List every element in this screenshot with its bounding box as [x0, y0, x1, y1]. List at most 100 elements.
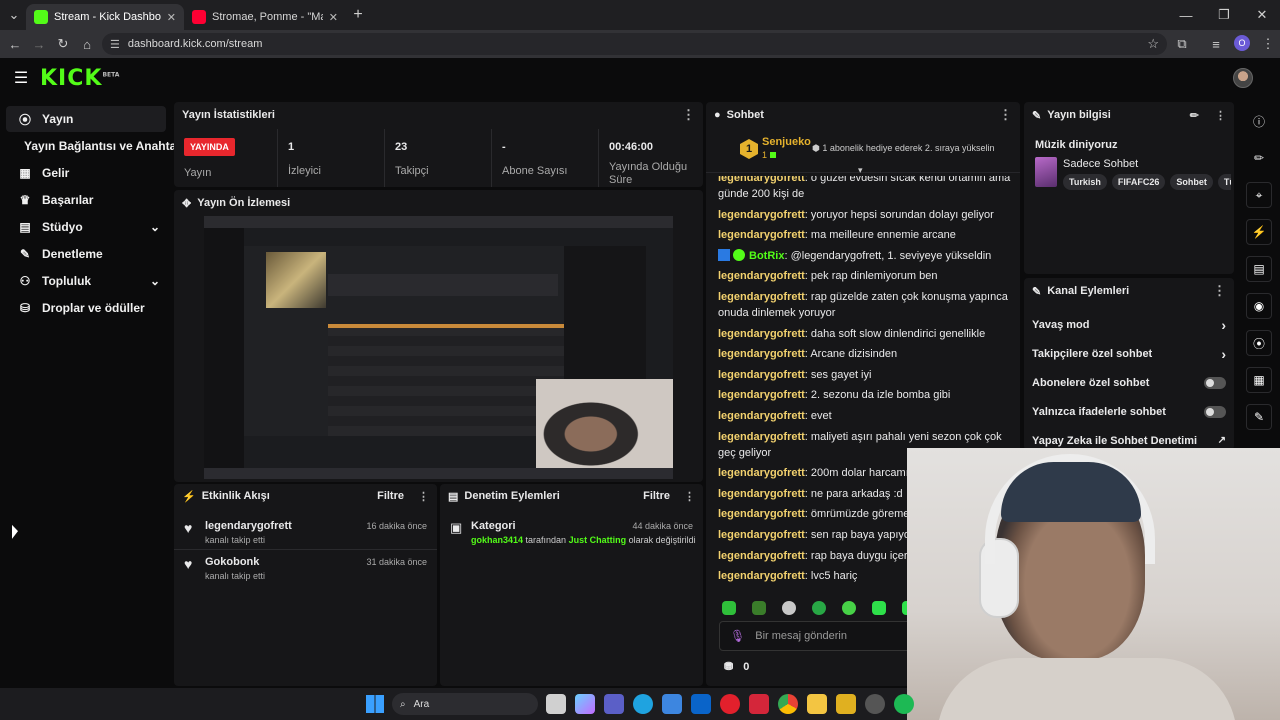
filter-button[interactable]: Filtre — [377, 490, 404, 502]
app-icon[interactable] — [749, 694, 769, 714]
chat-username[interactable]: legendarygofrett — [718, 348, 805, 360]
app-icon[interactable] — [836, 694, 856, 714]
emotes-only-toggle[interactable] — [1204, 405, 1226, 418]
copilot-icon[interactable] — [575, 694, 595, 714]
forward-icon[interactable]: → — [27, 32, 51, 56]
slow-mode-row[interactable]: Yavaş mod › — [1024, 310, 1234, 339]
reload-icon[interactable]: ↻ — [51, 32, 75, 56]
minimize-icon[interactable]: — — [1174, 3, 1198, 27]
extensions-icon[interactable]: ⧉ — [1170, 32, 1194, 56]
back-icon[interactable]: ← — [3, 32, 27, 56]
restore-icon[interactable]: ❐ — [1212, 3, 1236, 27]
event-user[interactable]: legendarygofrett — [205, 520, 292, 532]
edge-icon[interactable] — [633, 694, 653, 714]
tab-close-icon[interactable]: ✕ — [167, 11, 176, 24]
more-options-icon[interactable]: ⋮ — [684, 490, 695, 503]
emote-icon[interactable] — [782, 601, 796, 615]
emote-icon[interactable] — [722, 601, 736, 615]
category-name[interactable]: Just Chatting — [569, 535, 627, 545]
more-options-icon[interactable]: ⋮ — [682, 107, 695, 123]
chat-username[interactable]: legendarygofrett — [718, 270, 805, 282]
subs-only-toggle[interactable] — [1204, 376, 1226, 389]
close-window-icon[interactable]: ✕ — [1250, 3, 1274, 27]
chat-username[interactable]: legendarygofrett — [718, 488, 805, 500]
tab-search-icon[interactable]: ⌄ — [2, 3, 26, 27]
moderator-name[interactable]: gokhan3414 — [471, 535, 523, 545]
emote-icon[interactable] — [842, 601, 856, 615]
chevron-down-icon[interactable]: ⌄ — [150, 220, 160, 234]
more-options-icon[interactable]: ⋮ — [1215, 109, 1226, 122]
chevron-right-icon[interactable]: › — [1221, 317, 1226, 333]
hamburger-menu-icon[interactable]: ☰ — [12, 70, 30, 87]
chevron-right-icon[interactable]: › — [1221, 346, 1226, 362]
chat-username[interactable]: BotRix — [749, 250, 784, 262]
taskbar-search[interactable]: ⌕ Ara — [392, 693, 538, 715]
chat-username[interactable]: legendarygofrett — [718, 410, 805, 422]
chat-username[interactable]: legendarygofrett — [718, 369, 805, 381]
category-name[interactable]: Sadece Sohbet — [1063, 158, 1138, 170]
tag[interactable]: Turkish — [1063, 174, 1107, 190]
sidebar-item-studyo[interactable]: ▤ Stüdyo ⌄ — [6, 214, 166, 240]
tab-youtube[interactable]: Stromae, Pomme - "Ma Meilleur ✕ — [184, 4, 346, 30]
filter-button[interactable]: Filtre — [643, 490, 670, 502]
chat-username[interactable]: legendarygofrett — [718, 291, 805, 303]
chat-username[interactable]: legendarygofrett — [718, 467, 805, 479]
explorer-icon[interactable] — [807, 694, 827, 714]
chat-username[interactable]: legendarygofrett — [718, 176, 805, 184]
broadcast-widget-icon[interactable]: ⦿ — [1246, 330, 1272, 356]
preview-video[interactable] — [204, 216, 673, 479]
outlook-icon[interactable] — [691, 694, 711, 714]
pinned-user[interactable]: Senjueko — [762, 136, 811, 148]
bookmark-star-icon[interactable]: ☆ — [1147, 36, 1159, 52]
site-info-icon[interactable]: ☰ — [110, 38, 120, 51]
emote-icon[interactable] — [872, 601, 886, 615]
sidebar-item-gelir[interactable]: ▦ Gelir — [6, 160, 166, 186]
profile-avatar[interactable]: O — [1234, 35, 1250, 51]
channel-points[interactable]: ⛃ 0 — [724, 660, 749, 674]
chat-username[interactable]: legendarygofrett — [718, 229, 805, 241]
tag[interactable]: FIFAFC26 — [1111, 174, 1166, 190]
home-icon[interactable]: ⌂ — [75, 32, 99, 56]
tag[interactable]: Türk — [1217, 174, 1231, 190]
collapse-icon[interactable]: ▾ — [858, 165, 863, 176]
user-avatar[interactable] — [1233, 68, 1253, 88]
edit-pencil-icon[interactable]: ✏ — [1190, 109, 1199, 122]
sidebar-item-droplar[interactable]: ⛁ Droplar ve ödüller — [6, 295, 166, 321]
followers-only-row[interactable]: Takipçilere özel sohbet › — [1024, 339, 1234, 368]
chat-username[interactable]: legendarygofrett — [718, 570, 805, 582]
kick-logo[interactable]: KICKBETA — [40, 66, 119, 91]
sidebar-item-basarilar[interactable]: ♛ Başarılar — [6, 187, 166, 213]
emote-icon[interactable] — [812, 601, 826, 615]
task-view-icon[interactable] — [546, 694, 566, 714]
more-options-icon[interactable]: ⋮ — [418, 490, 429, 503]
steam-icon[interactable] — [865, 694, 885, 714]
tag[interactable]: Sohbet — [1170, 174, 1213, 190]
moderation-widget-icon[interactable]: ▤ — [1246, 256, 1272, 282]
sidebar-item-topluluk[interactable]: ⚇ Topluluk ⌄ — [6, 268, 166, 294]
wrench-widget-icon[interactable]: ✎ — [1246, 404, 1272, 430]
preview-widget-icon[interactable]: ⌖ — [1246, 182, 1272, 208]
gift-cta[interactable]: ⬢ 1 abonelik hediye ederek 2. sıraya yük… — [812, 143, 994, 154]
more-options-icon[interactable]: ⋮ — [1213, 283, 1226, 299]
chat-username[interactable]: legendarygofrett — [718, 209, 805, 221]
store-icon[interactable] — [662, 694, 682, 714]
tab-close-icon[interactable]: ✕ — [329, 11, 338, 24]
ai-moderation-row[interactable]: Yapay Zeka ile Sohbet Denetimi ↗ — [1024, 426, 1234, 450]
more-options-icon[interactable]: ⋮ — [999, 107, 1012, 123]
chrome-icon[interactable] — [778, 694, 798, 714]
chat-username[interactable]: legendarygofrett — [718, 431, 805, 443]
sidebar-item-denetleme[interactable]: ✎ Denetleme — [6, 241, 166, 267]
address-bar[interactable]: ☰ dashboard.kick.com/stream ☆ — [102, 33, 1167, 55]
windows-start-icon[interactable] — [366, 695, 384, 713]
stats-widget-icon[interactable]: ▦ — [1246, 367, 1272, 393]
event-user[interactable]: Gokobonk — [205, 556, 259, 568]
browser-menu-icon[interactable]: ⋮ — [1256, 32, 1280, 56]
chat-username[interactable]: legendarygofrett — [718, 328, 805, 340]
chevron-down-icon[interactable]: ⌄ — [150, 274, 160, 288]
teams-icon[interactable] — [604, 694, 624, 714]
chat-username[interactable]: legendarygofrett — [718, 508, 805, 520]
chat-username[interactable]: legendarygofrett — [718, 550, 805, 562]
edit-pencil-icon[interactable]: ✏ — [1246, 145, 1272, 171]
sidebar-item-stream-key[interactable]: Yayın Bağlantısı ve Anahtarı — [6, 133, 184, 159]
tab-media-icon[interactable]: ≡ — [1204, 32, 1228, 56]
